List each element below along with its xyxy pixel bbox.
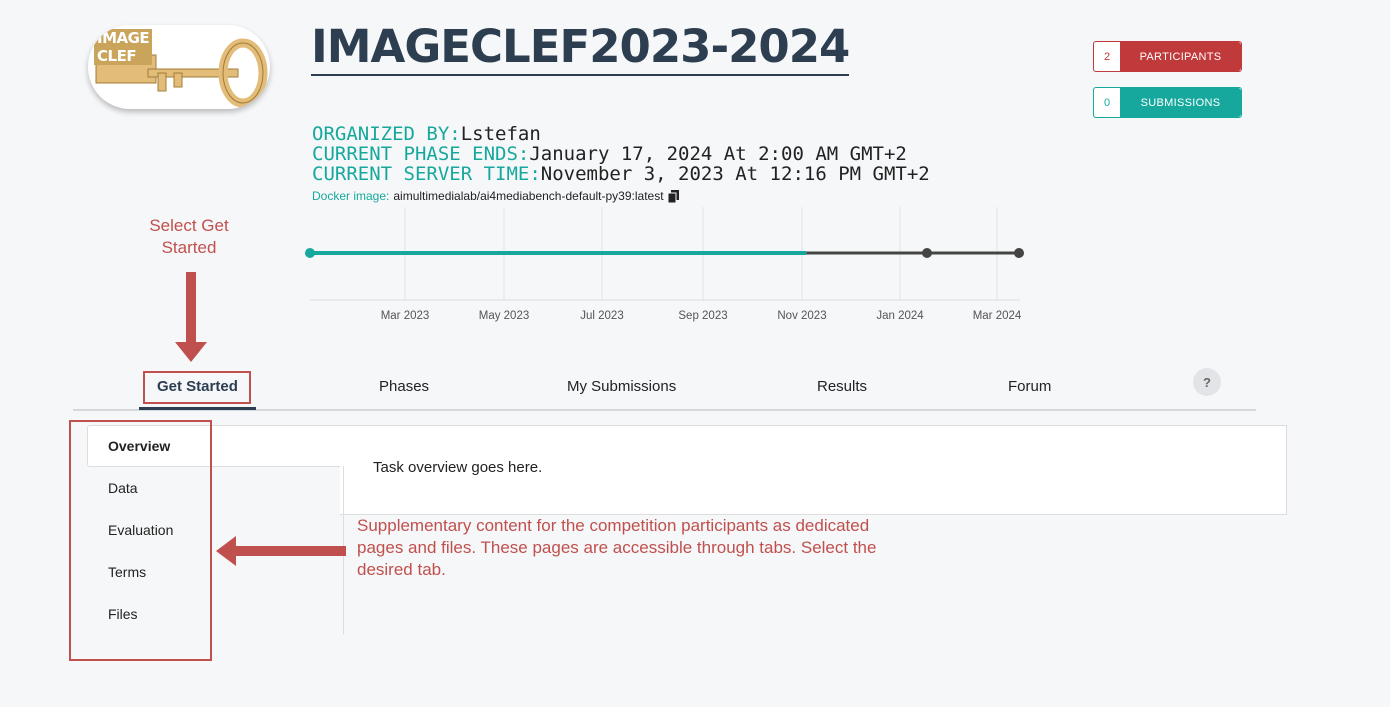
docker-value: aimultimedialab/ai4mediabench-default-py… [393,189,664,203]
annotation-line: desired tab. [357,560,446,579]
submissions-label: SUBMISSIONS [1120,88,1241,117]
organized-label: ORGANIZED BY: [312,123,461,145]
docker-label: Docker image: [312,189,390,203]
participants-count: 2 [1094,42,1120,71]
organized-value: Lstefan [460,123,541,145]
get-started-highlight [143,371,251,404]
tab-phases[interactable]: Phases [379,378,429,395]
timeline-tick-label: Nov 2023 [777,310,826,322]
timeline-tick-label: Mar 2023 [381,310,430,322]
tab-my-submissions[interactable]: My Submissions [567,378,676,395]
annotation-supplementary: Supplementary content for the competitio… [357,515,937,581]
logo-line1: IMAGE [97,29,150,47]
competition-end-marker[interactable] [1014,248,1024,258]
annotation-line: Started [161,238,217,257]
phase-start-marker[interactable] [305,248,315,258]
server-time-value: November 3, 2023 At 12:16 PM GMT+2 [540,163,930,185]
annotation-line: Supplementary content for the competitio… [357,516,870,535]
phase-label: CURRENT PHASE ENDS: [312,143,530,165]
participants-badge[interactable]: 2 PARTICIPANTS [1093,41,1242,72]
docker-image-row: Docker image: aimultimedialab/ai4mediabe… [312,189,680,203]
down-arrow-icon [175,272,207,362]
side-nav-highlight [69,420,212,661]
timeline-tick-label: Sep 2023 [678,310,727,322]
timeline-tick-label: Jul 2023 [580,310,623,322]
left-arrow-icon [216,536,346,566]
competition-info: ORGANIZED BY:Lstefan CURRENT PHASE ENDS:… [312,124,930,184]
phase-timeline: Mar 2023 May 2023 Jul 2023 Sep 2023 Nov 2023… [305,207,1024,322]
phase-end-marker[interactable] [922,248,932,258]
phase-value: January 17, 2024 At 2:00 AM GMT+2 [529,143,907,165]
participants-label: PARTICIPANTS [1120,42,1241,71]
imageclef-logo: IMAGE CLEF [88,25,270,109]
timeline-tick-label: Jan 2024 [876,310,924,322]
logo-line2: CLEF [97,47,137,65]
page-title[interactable]: IMAGECLEF2023-2024 [311,20,850,76]
annotation-select-get-started: Select Get Started [130,215,248,259]
logo-text: IMAGE CLEF [94,29,153,65]
overview-content: Task overview goes here. [373,459,543,476]
timeline-tick-label: Mar 2024 [973,310,1022,322]
annotation-line: Select Get [149,216,229,235]
tab-forum[interactable]: Forum [1008,378,1051,395]
tab-results[interactable]: Results [817,378,867,395]
submissions-badge[interactable]: 0 SUBMISSIONS [1093,87,1242,118]
server-time-label: CURRENT SERVER TIME: [312,163,541,185]
submissions-count: 0 [1094,88,1120,117]
timeline-tick-label: May 2023 [479,310,530,322]
active-tab-indicator [139,407,256,410]
copy-icon[interactable] [667,189,680,203]
help-button[interactable]: ? [1193,368,1221,396]
annotation-line: pages and files. These pages are accessi… [357,538,877,557]
